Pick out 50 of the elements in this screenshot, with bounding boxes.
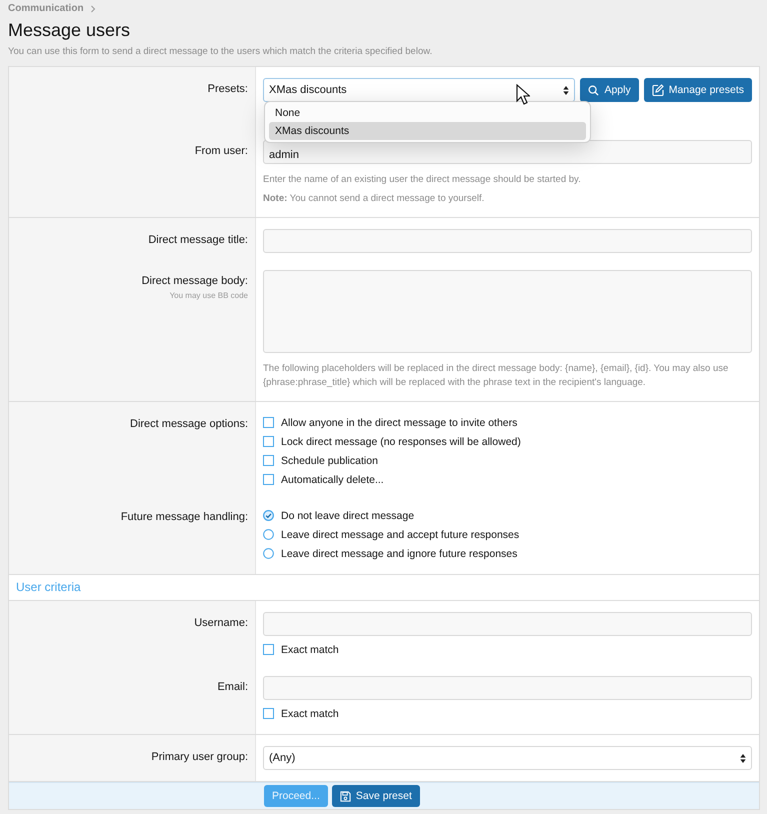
radio-button[interactable] bbox=[263, 510, 274, 521]
action-button[interactable]: Manage presets bbox=[644, 78, 752, 102]
text-field[interactable]: admin bbox=[263, 140, 752, 164]
option-label: Do not leave direct message bbox=[281, 510, 414, 522]
field-label: Email: bbox=[217, 681, 248, 694]
text-field[interactable] bbox=[263, 229, 752, 253]
field-label: Primary user group: bbox=[151, 751, 248, 764]
checkbox[interactable] bbox=[263, 708, 274, 719]
select-field[interactable]: (Any) bbox=[263, 746, 752, 770]
option-label: Automatically delete... bbox=[281, 474, 384, 486]
checkbox[interactable] bbox=[263, 436, 274, 447]
option-label: Exact match bbox=[281, 708, 339, 720]
field-label: Username: bbox=[194, 617, 248, 630]
option-label: Leave direct message and ignore future responses bbox=[281, 548, 518, 560]
text-field[interactable] bbox=[263, 612, 752, 636]
text-field[interactable] bbox=[263, 676, 752, 700]
dropdown-option[interactable]: None bbox=[269, 104, 586, 122]
option-label: Schedule publication bbox=[281, 454, 378, 466]
checkbox[interactable] bbox=[263, 644, 274, 655]
field-label: Direct message title: bbox=[148, 234, 248, 247]
field-label: Presets: bbox=[208, 83, 248, 96]
select-arrow-icon[interactable] bbox=[563, 86, 570, 94]
hint-text: Enter the name of an existing user the direct message should be started by. bbox=[263, 173, 582, 187]
field-label: Direct message options: bbox=[130, 418, 248, 431]
preset-select[interactable]: XMas discounts bbox=[263, 78, 576, 102]
field-label: From user: bbox=[194, 145, 248, 158]
action-button[interactable]: Apply bbox=[580, 78, 639, 102]
option-label: Exact match bbox=[281, 644, 339, 656]
checkbox[interactable] bbox=[263, 455, 274, 466]
option-label: Allow anyone in the direct message to invite others bbox=[281, 416, 518, 428]
action-button[interactable]: Save preset bbox=[332, 785, 420, 807]
text-area[interactable] bbox=[263, 270, 752, 353]
select-arrow-icon[interactable] bbox=[740, 754, 746, 762]
option-label: Leave direct message and accept future responses bbox=[281, 528, 520, 540]
radio-button[interactable] bbox=[263, 529, 274, 540]
field-label: Direct message body: bbox=[142, 275, 248, 288]
page-title: Message users bbox=[8, 20, 132, 42]
hint-text: The following placeholders will be replaced in the direct message body: {name}, {email}, {id}. You may also use {phrase:phrase_title} which will be replaced with the phrase text in the recipient's language. bbox=[263, 362, 730, 390]
field-label: Future message handling: bbox=[120, 511, 248, 524]
radio-button[interactable] bbox=[263, 548, 274, 559]
search-icon bbox=[588, 84, 600, 96]
page-description: You can use this form to send a direct message to the users which match the criteria specified below. bbox=[8, 46, 434, 59]
option-label: Lock direct message (no responses will be allowed) bbox=[281, 436, 521, 448]
edit-icon bbox=[652, 84, 664, 96]
hint-text: Note: You cannot send a direct message to yourself. bbox=[263, 192, 486, 206]
dropdown-option[interactable]: XMas discounts bbox=[269, 122, 586, 140]
checkbox[interactable] bbox=[263, 474, 274, 485]
field-explain: You may use BB code bbox=[170, 291, 248, 300]
chevron-icon bbox=[90, 4, 96, 12]
checkbox[interactable] bbox=[263, 417, 274, 428]
